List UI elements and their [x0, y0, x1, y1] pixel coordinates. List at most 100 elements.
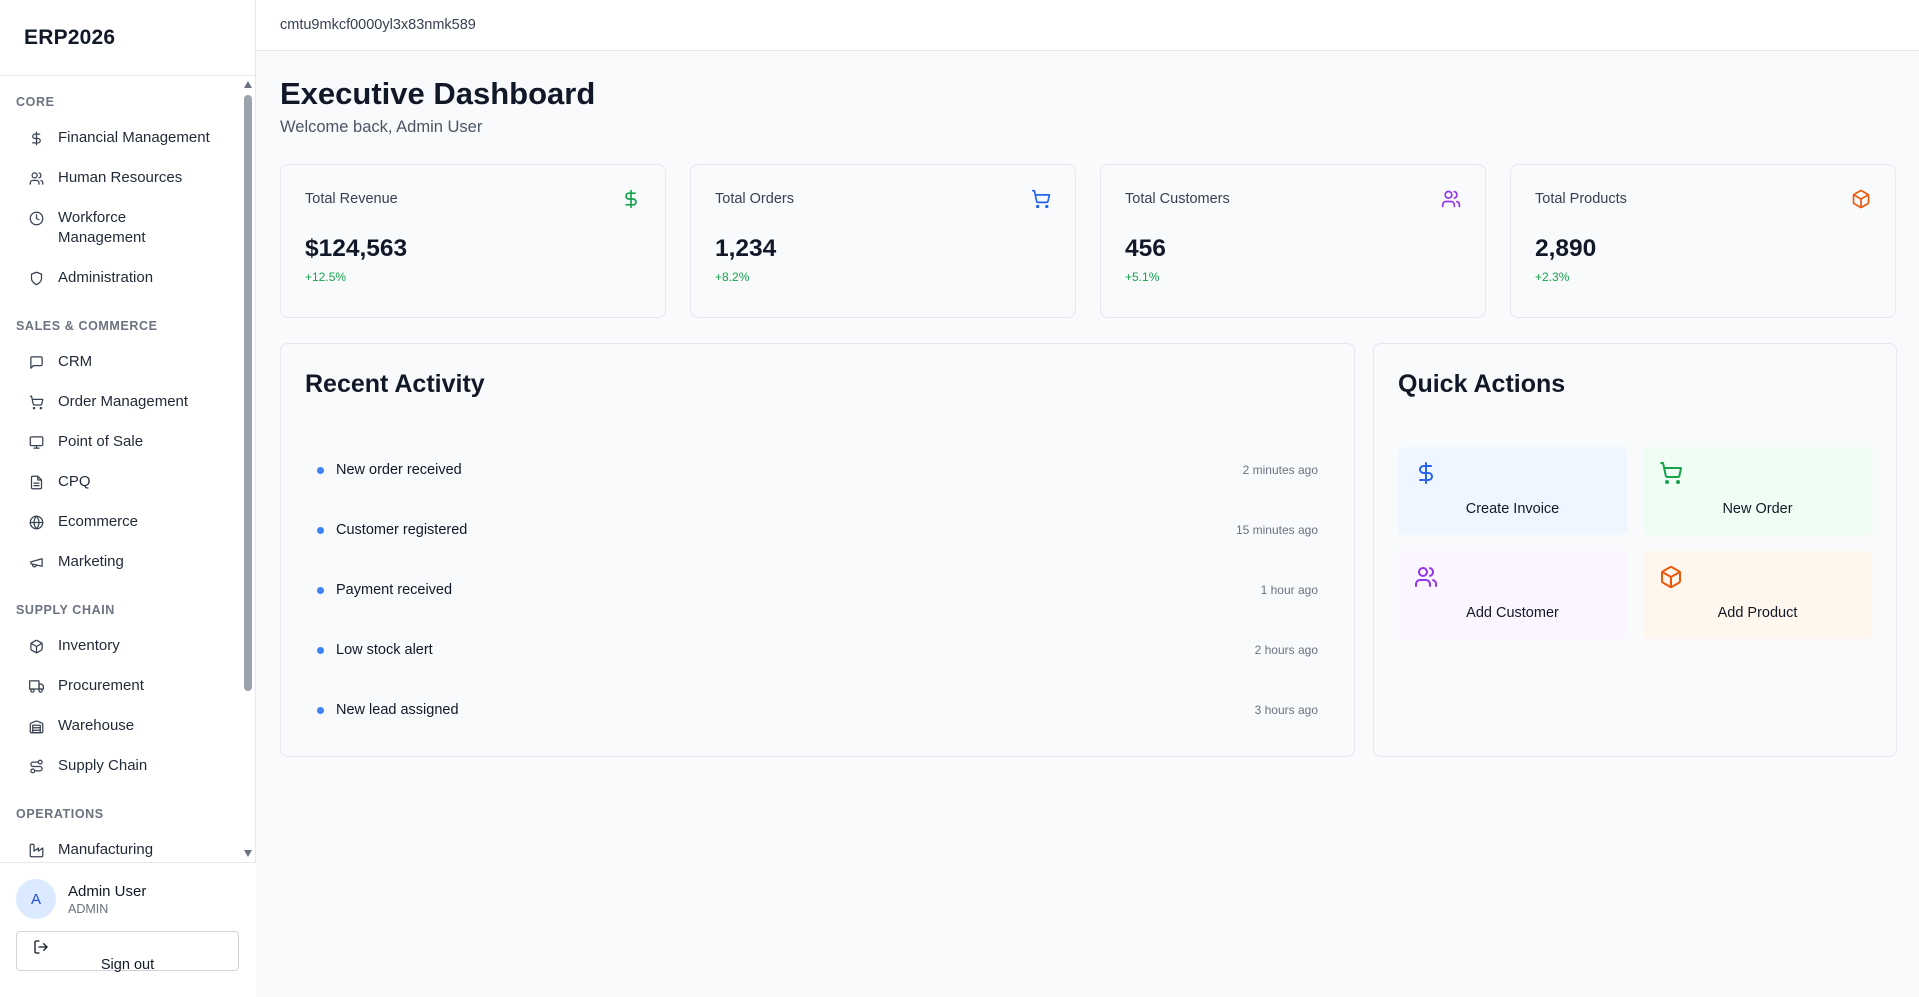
activity-time: 3 hours ago	[1254, 703, 1318, 717]
sign-out-label: Sign out	[100, 957, 155, 973]
sidebar-item-ecommerce[interactable]: Ecommerce	[16, 502, 224, 542]
sidebar-item-point-of-sale[interactable]: Point of Sale	[16, 422, 224, 462]
clock-icon	[28, 208, 44, 228]
stat-card-total-customers: Total Customers 456 +5.1%	[1100, 164, 1486, 318]
dollar-icon	[621, 189, 641, 209]
quick-action-label: Create Invoice	[1465, 501, 1560, 517]
activity-item: Customer registered 15 minutes ago	[305, 500, 1330, 560]
stat-label: Total Orders	[715, 191, 794, 207]
quick-action-label: Add Product	[1717, 605, 1798, 621]
page-subtitle: Welcome back, Admin User	[280, 118, 483, 136]
sidebar-nav-list: CORE Financial Management Human Resources W…	[0, 92, 240, 861]
chat-icon	[28, 352, 44, 372]
sidebar-item-label: Marketing	[58, 553, 124, 570]
sidebar-item-workforce-management[interactable]: Workforce Management	[16, 198, 224, 258]
quick-action-create-invoice-button[interactable]: Create Invoice	[1398, 447, 1627, 535]
stats-row: Total Revenue $124,563 +12.5% Total Orders 1…	[280, 164, 1897, 318]
quick-action-label: Add Customer	[1466, 605, 1559, 621]
sidebar-scrollbar[interactable]	[243, 77, 253, 861]
activity-list: New order received 2 minutes ago Customer …	[305, 440, 1330, 740]
cart-icon	[28, 392, 44, 412]
sidebar-item-label: Administration	[58, 269, 154, 286]
avatar: A	[16, 879, 56, 919]
stat-value: 456	[1125, 235, 1166, 262]
sidebar-item-order-management[interactable]: Order Management	[16, 382, 224, 422]
activity-dot-icon	[317, 646, 324, 654]
sidebar-item-supply-chain[interactable]: Supply Chain	[16, 746, 224, 786]
cart-icon	[1659, 461, 1683, 485]
sidebar-item-crm[interactable]: CRM	[16, 342, 224, 382]
stat-card-total-products: Total Products 2,890 +2.3%	[1510, 164, 1896, 318]
main-content: Executive Dashboard Welcome back, Admin …	[280, 51, 1897, 757]
cart-icon	[1031, 189, 1051, 209]
stat-change: +12.5%	[305, 270, 347, 284]
activity-item: Low stock alert 2 hours ago	[305, 620, 1330, 680]
stat-value: 2,890	[1535, 235, 1597, 262]
quick-action-add-product-button[interactable]: Add Product	[1643, 551, 1872, 639]
user-name: Admin User	[68, 882, 147, 900]
activity-item: New order received 2 minutes ago	[305, 440, 1330, 500]
stat-label: Total Products	[1535, 191, 1627, 207]
scroll-up-arrow-icon[interactable]	[244, 81, 252, 88]
stat-value: 1,234	[715, 235, 777, 262]
activity-time: 2 hours ago	[1254, 643, 1318, 657]
sidebar-item-label: Human Resources	[58, 169, 183, 186]
users-icon	[28, 168, 44, 188]
stat-label: Total Customers	[1125, 191, 1230, 207]
stat-change: +8.2%	[715, 270, 750, 284]
user-profile: A Admin User ADMIN	[16, 879, 240, 919]
stat-label: Total Revenue	[305, 191, 398, 207]
activity-text: Customer registered	[336, 522, 468, 538]
sidebar-item-manufacturing[interactable]: Manufacturing	[16, 830, 224, 861]
quick-action-add-customer-button[interactable]: Add Customer	[1398, 551, 1627, 639]
users-icon	[1414, 565, 1438, 589]
sidebar-item-administration[interactable]: Administration	[16, 258, 224, 298]
quick-action-label: New Order	[1722, 501, 1793, 517]
sidebar-item-inventory[interactable]: Inventory	[16, 626, 224, 666]
sidebar-item-financial-management[interactable]: Financial Management	[16, 118, 224, 158]
activity-text: Payment received	[336, 582, 453, 598]
sidebar-item-warehouse[interactable]: Warehouse	[16, 706, 224, 746]
activity-dot-icon	[317, 526, 324, 534]
route-icon	[28, 756, 44, 776]
sidebar-nav: CORE Financial Management Human Resources W…	[0, 77, 256, 861]
sign-out-button[interactable]: Sign out	[16, 931, 239, 973]
shield-icon	[28, 268, 44, 288]
sidebar-section-supply-chain: SUPPLY CHAIN	[16, 603, 115, 617]
user-panel: A Admin User ADMIN Sign out	[0, 862, 256, 997]
activity-time: 15 minutes ago	[1235, 523, 1318, 537]
sidebar-item-human-resources[interactable]: Human Resources	[16, 158, 224, 198]
sidebar-section-operations: OPERATIONS	[16, 807, 104, 821]
recent-activity-title: Recent Activity	[305, 370, 485, 398]
stat-value: $124,563	[305, 235, 408, 262]
monitor-icon	[28, 432, 44, 452]
globe-icon	[28, 512, 44, 532]
sidebar-item-label: Workforce Management	[58, 209, 146, 246]
scroll-thumb[interactable]	[244, 95, 252, 691]
stat-card-total-revenue: Total Revenue $124,563 +12.5%	[280, 164, 666, 318]
sidebar: ERP2026 CORE Financial Management Human Re…	[0, 0, 256, 997]
quick-action-new-order-button[interactable]: New Order	[1643, 447, 1872, 535]
activity-text: New order received	[336, 462, 462, 478]
top-bar: cmtu9mkcf0000yl3x83nmk589	[256, 0, 1919, 51]
factory-icon	[28, 840, 44, 860]
page-title: Executive Dashboard	[280, 76, 596, 111]
scroll-down-arrow-icon[interactable]	[244, 850, 252, 857]
users-icon	[1441, 189, 1461, 209]
dollar-icon	[1414, 461, 1438, 485]
stat-card-total-orders: Total Orders 1,234 +8.2%	[690, 164, 1076, 318]
activity-dot-icon	[317, 466, 324, 474]
warehouse-icon	[28, 716, 44, 736]
stat-change: +5.1%	[1125, 270, 1160, 284]
sidebar-section-core: CORE	[16, 95, 55, 109]
sidebar-item-cpq[interactable]: CPQ	[16, 462, 224, 502]
dollar-icon	[28, 128, 44, 148]
package-icon	[28, 636, 44, 656]
sidebar-item-label: Order Management	[58, 393, 189, 410]
brand-logo[interactable]: ERP2026	[0, 0, 255, 76]
sidebar-item-procurement[interactable]: Procurement	[16, 666, 224, 706]
activity-time: 2 minutes ago	[1242, 463, 1318, 477]
truck-icon	[28, 676, 44, 696]
sidebar-item-marketing[interactable]: Marketing	[16, 542, 224, 582]
record-id: cmtu9mkcf0000yl3x83nmk589	[280, 17, 476, 33]
